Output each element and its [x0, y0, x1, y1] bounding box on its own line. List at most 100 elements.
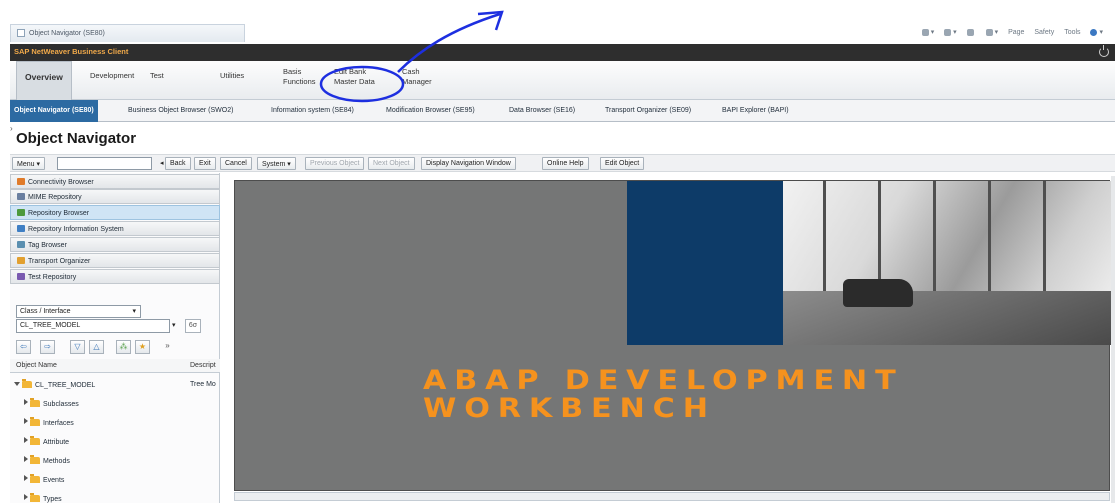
work-center-cash-manager[interactable]: Cash Manager — [402, 67, 432, 87]
tree-node-label: Subclasses — [43, 401, 79, 408]
collapse-icon[interactable]: △ — [89, 340, 104, 354]
workbench-splash: ABAP DEVELOPMENT WORKBENCH — [234, 180, 1111, 491]
folder-icon — [30, 398, 40, 407]
navy-block — [627, 181, 783, 345]
work-center-overview[interactable]: Overview — [16, 61, 72, 100]
next-object-button[interactable]: Next Object — [368, 157, 415, 170]
tree-node-interfaces[interactable]: Interfaces — [24, 417, 234, 432]
tools-menu[interactable]: Tools — [1064, 29, 1080, 36]
collapsed-icon — [24, 475, 28, 481]
nav-tag-browser[interactable]: Tag Browser — [10, 237, 220, 252]
tree-node-events[interactable]: Events — [24, 474, 234, 489]
tree-node-label: Types — [43, 496, 62, 503]
mime-icon — [17, 193, 25, 200]
tree-header: Object Name Descript — [10, 359, 220, 373]
object-name-dropdown-icon[interactable]: ▾ — [172, 319, 182, 333]
vertical-scrollbar[interactable] — [1111, 176, 1115, 503]
object-type-select[interactable]: Class / Interface ▾ — [16, 305, 141, 318]
tab-modification-browser[interactable]: Modification Browser (SE95) — [386, 100, 475, 122]
object-name-input[interactable]: CL_TREE_MODEL — [16, 319, 170, 333]
command-field[interactable] — [57, 157, 152, 170]
power-icon[interactable] — [1099, 45, 1109, 57]
connectivity-icon — [17, 178, 25, 185]
page-menu[interactable]: Page — [1008, 29, 1024, 36]
main-content: ABAP DEVELOPMENT WORKBENCH — [228, 176, 1115, 503]
feeds-icon[interactable]: ▾ — [944, 28, 957, 36]
back-nav-icon[interactable]: ⇦ — [16, 340, 31, 354]
work-center-basis-functions[interactable]: Basis Functions — [283, 67, 316, 87]
home-icon[interactable]: ▾ — [921, 28, 934, 36]
folder-icon — [30, 417, 40, 426]
work-center-test[interactable]: Test — [150, 71, 164, 81]
tab-transport-organizer[interactable]: Transport Organizer (SE09) — [605, 100, 691, 122]
page-title: Object Navigator — [16, 130, 137, 147]
nav-label: Connectivity Browser — [28, 179, 94, 186]
mail-icon[interactable] — [966, 28, 976, 36]
display-navigation-window-button[interactable]: Display Navigation Window — [421, 157, 516, 170]
work-center-utilities[interactable]: Utilities — [220, 71, 244, 81]
expanded-icon — [14, 382, 20, 386]
edit-object-button[interactable]: Edit Object — [600, 157, 645, 170]
hierarchy-icon[interactable]: ⁂ — [116, 340, 131, 354]
cancel-button[interactable]: Cancel — [220, 157, 252, 170]
exit-button[interactable]: Exit — [194, 157, 216, 170]
system-button[interactable]: System ▾ — [257, 157, 296, 170]
menu-label: Menu — [17, 161, 35, 168]
nav-label: Test Repository — [28, 274, 77, 281]
more-icon[interactable]: » — [160, 340, 175, 354]
navigation-panel: Connectivity Browser MIME Repository Rep… — [10, 173, 220, 503]
tree-node-subclasses[interactable]: Subclasses — [24, 398, 234, 413]
tag-icon — [17, 241, 25, 248]
nav-test-repository[interactable]: Test Repository — [10, 269, 220, 284]
tab-object-navigator[interactable]: Object Navigator (SE80) — [10, 100, 98, 122]
tab-data-browser[interactable]: Data Browser (SE16) — [509, 100, 575, 122]
nwbc-header: SAP NetWeaver Business Client — [10, 44, 1115, 61]
nav-label: Repository Information System — [28, 226, 124, 233]
page-icon — [17, 29, 25, 37]
nwbc-title: SAP NetWeaver Business Client — [14, 47, 129, 56]
nav-transport-organizer[interactable]: Transport Organizer — [10, 253, 220, 268]
safety-menu[interactable]: Safety — [1034, 29, 1054, 36]
tree-node-attribute[interactable]: Attribute — [24, 436, 234, 451]
nav-repository-browser[interactable]: Repository Browser — [10, 205, 220, 220]
browser-tab[interactable]: Object Navigator (SE80) — [10, 24, 245, 42]
office-photo — [783, 181, 1111, 345]
nav-mime-repository[interactable]: MIME Repository — [10, 189, 220, 204]
nav-label: Tag Browser — [28, 242, 67, 249]
work-center-edit-bank-master-data[interactable]: Edit Bank Master Data — [334, 67, 375, 87]
help-icon[interactable]: ▾ — [1090, 28, 1103, 36]
tab-business-object-browser[interactable]: Business Object Browser (SWO2) — [128, 100, 233, 122]
column-object-name: Object Name — [16, 362, 57, 369]
favorites-icon[interactable]: ★ — [135, 340, 150, 354]
nav-connectivity-browser[interactable]: Connectivity Browser — [10, 174, 220, 189]
tab-bapi-explorer[interactable]: BAPI Explorer (BAPI) — [722, 100, 789, 122]
horizontal-scrollbar[interactable] — [234, 492, 1110, 501]
print-icon[interactable]: ▾ — [985, 28, 998, 36]
browser-tab-title: Object Navigator (SE80) — [29, 29, 105, 37]
nav-label: MIME Repository — [28, 194, 82, 201]
display-glasses-icon[interactable]: 6σ — [185, 319, 201, 333]
work-center-bar: Overview Development Test Utilities Basi… — [10, 61, 1115, 100]
tab-information-system[interactable]: Information system (SE84) — [271, 100, 354, 122]
tree-node-label: Methods — [43, 458, 70, 465]
browser-chrome: Object Navigator (SE80) ▾ ▾ ▾ Page Safet… — [0, 0, 1115, 42]
collapse-caret-icon[interactable]: › — [10, 124, 13, 133]
expand-icon[interactable]: ▽ — [70, 340, 85, 354]
tree-node-methods[interactable]: Methods — [24, 455, 234, 470]
tree-root[interactable]: CL_TREE_MODEL Tree Mo — [14, 379, 224, 395]
object-type-value: Class / Interface — [20, 308, 71, 315]
previous-object-button[interactable]: Previous Object — [305, 157, 365, 170]
nav-repository-information-system[interactable]: Repository Information System — [10, 221, 220, 236]
online-help-button[interactable]: Online Help — [542, 157, 589, 170]
tree-node-types[interactable]: Types — [24, 493, 234, 503]
menu-button[interactable]: Menu ▾ — [12, 157, 45, 170]
back-button[interactable]: Back — [165, 157, 191, 170]
nav-label: Transport Organizer — [28, 258, 91, 265]
folder-icon — [30, 493, 40, 502]
tab-bar: Object Navigator (SE80) Business Object … — [10, 100, 1115, 122]
forward-nav-icon[interactable]: ⇨ — [40, 340, 55, 354]
collapsed-icon — [24, 437, 28, 443]
work-center-development[interactable]: Development — [90, 71, 134, 81]
tree-node-label: Interfaces — [43, 420, 74, 427]
splash-title-line2: WORKBENCH — [423, 393, 716, 424]
